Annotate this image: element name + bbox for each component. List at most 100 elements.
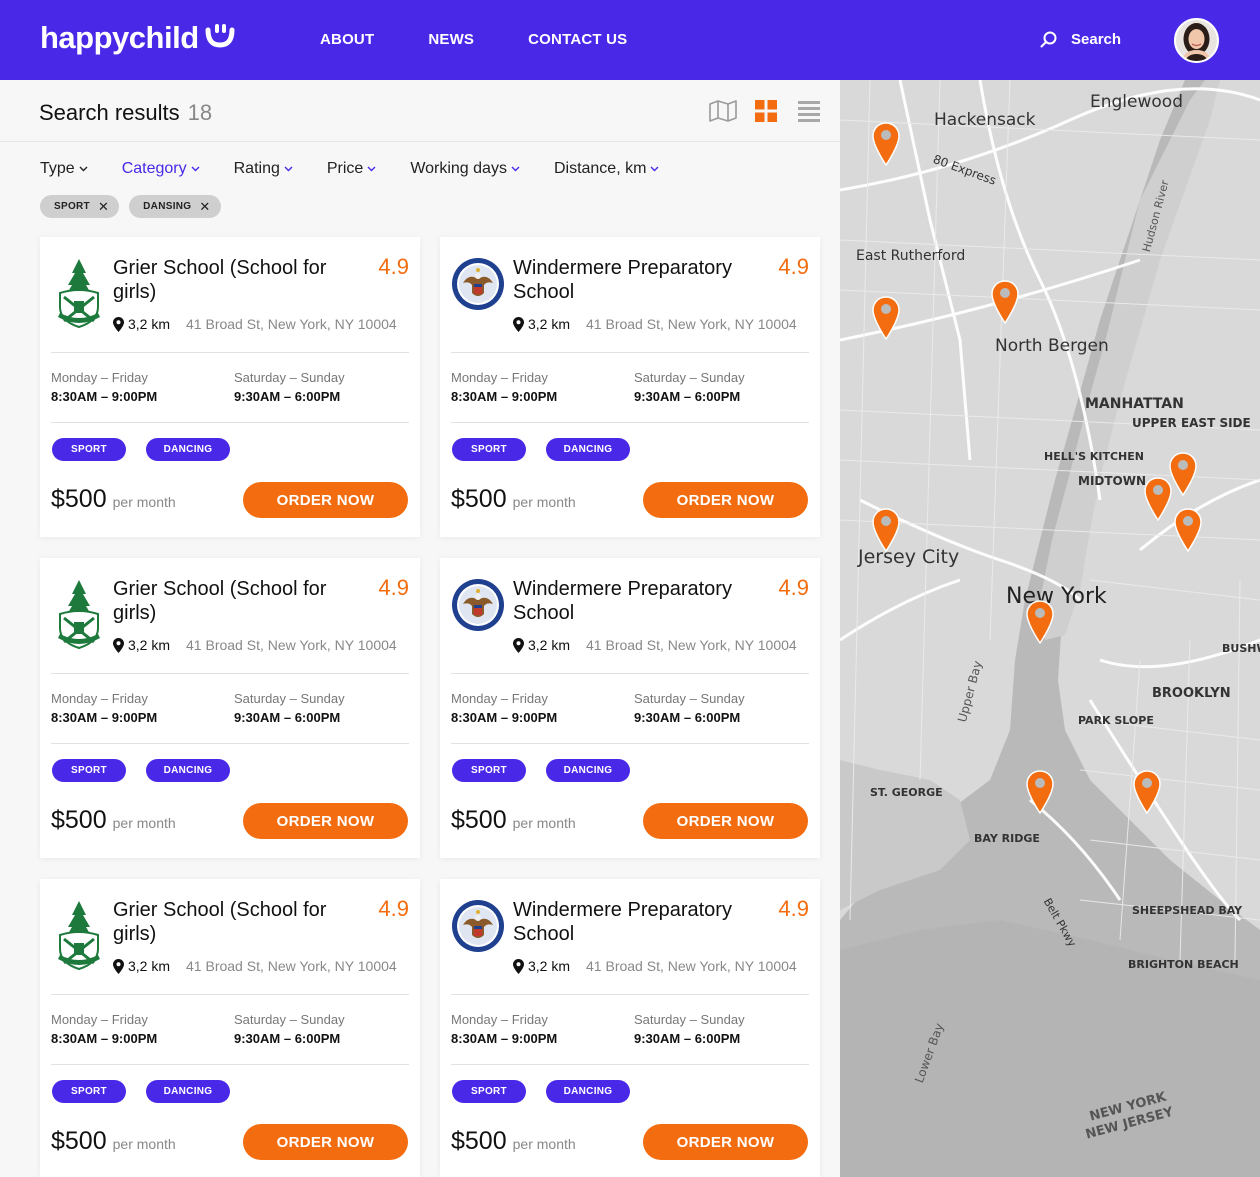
- address: 41 Broad St, New York, NY 10004: [186, 958, 397, 974]
- map-label: HELL'S KITCHEN: [1044, 450, 1144, 463]
- logo[interactable]: happychild: [40, 20, 235, 56]
- main-nav: ABOUT NEWS CONTACT US: [320, 31, 681, 48]
- filter-category[interactable]: Category: [122, 160, 200, 178]
- nav-news[interactable]: NEWS: [428, 31, 474, 48]
- map-label: MANHATTAN: [1085, 396, 1184, 412]
- map-pin-icon[interactable]: [1026, 770, 1054, 819]
- location-row: 3,2 km 41 Broad St, New York, NY 10004: [113, 958, 397, 974]
- map-label: North Bergen: [995, 336, 1109, 356]
- divider: [51, 673, 409, 674]
- order-now-button[interactable]: ORDER NOW: [243, 482, 408, 518]
- weekend-label: Saturday – Sunday: [634, 370, 745, 385]
- school-name[interactable]: Grier School (School for girls): [113, 577, 353, 625]
- close-icon[interactable]: ✕: [98, 199, 109, 215]
- chevron-down-icon: [284, 166, 293, 172]
- school-card[interactable]: Grier School (School for girls) 4.9 3,2 …: [40, 237, 420, 537]
- price: $500 per month: [451, 485, 576, 514]
- school-name[interactable]: Windermere Preparatory School: [513, 256, 753, 304]
- nav-contact-us[interactable]: CONTACT US: [528, 31, 627, 48]
- grid-view-icon[interactable]: [752, 98, 780, 124]
- weekend-hours: 9:30AM – 6:00PM: [234, 1031, 341, 1046]
- map-pin-icon[interactable]: [872, 296, 900, 345]
- school-name[interactable]: Windermere Preparatory School: [513, 577, 753, 625]
- filter-working-days[interactable]: Working days: [410, 160, 520, 178]
- divider: [451, 352, 809, 353]
- map-pin-icon[interactable]: [1174, 508, 1202, 557]
- price-value: $500: [51, 806, 107, 834]
- weekend-schedule: Saturday – Sunday 9:30AM – 6:00PM: [234, 1012, 345, 1046]
- price-value: $500: [451, 806, 507, 834]
- price: $500 per month: [451, 1127, 576, 1156]
- price: $500 per month: [51, 1127, 176, 1156]
- distance: 3,2 km: [528, 958, 571, 974]
- filter-distance[interactable]: Distance, km: [554, 160, 659, 178]
- price-period: per month: [512, 494, 576, 510]
- weekday-label: Monday – Friday: [51, 691, 148, 706]
- chevron-down-icon: [191, 166, 200, 172]
- school-card[interactable]: Windermere Preparatory School 4.9 3,2 km…: [440, 558, 820, 858]
- rating-value: 4.9: [378, 575, 409, 600]
- chip-label: SPORT: [54, 201, 90, 212]
- weekend-schedule: Saturday – Sunday 9:30AM – 6:00PM: [234, 691, 345, 725]
- tag-sport: SPORT: [52, 438, 126, 461]
- weekday-hours: 8:30AM – 9:00PM: [451, 1031, 558, 1046]
- map-pin-icon[interactable]: [872, 122, 900, 171]
- list-view-icon[interactable]: [795, 98, 823, 124]
- weekday-label: Monday – Friday: [51, 1012, 148, 1027]
- map-panel[interactable]: Englewood Hackensack East Rutherford North …: [840, 80, 1260, 1177]
- results-title-text: Search results: [39, 100, 180, 125]
- rating-value: 4.9: [778, 254, 809, 279]
- school-card[interactable]: Windermere Preparatory School 4.9 3,2 km…: [440, 237, 820, 537]
- price-period: per month: [112, 1136, 176, 1152]
- smile-icon: [205, 20, 235, 56]
- search-button[interactable]: Search: [1040, 31, 1121, 48]
- weekend-schedule: Saturday – Sunday 9:30AM – 6:00PM: [634, 1012, 745, 1046]
- price-period: per month: [512, 1136, 576, 1152]
- tree-crest-logo: [52, 578, 106, 650]
- weekday-hours: 8:30AM – 9:00PM: [451, 710, 558, 725]
- map-pin-icon[interactable]: [1169, 452, 1197, 501]
- filter-rating[interactable]: Rating: [234, 160, 293, 178]
- divider: [451, 673, 809, 674]
- close-icon[interactable]: ✕: [199, 199, 210, 215]
- map-pin-icon[interactable]: [872, 508, 900, 557]
- filter-type[interactable]: Type: [40, 160, 88, 178]
- location-row: 3,2 km 41 Broad St, New York, NY 10004: [513, 637, 797, 653]
- divider: [51, 994, 409, 995]
- weekend-schedule: Saturday – Sunday 9:30AM – 6:00PM: [234, 370, 345, 404]
- map-view-icon[interactable]: [709, 98, 737, 124]
- map-pin-icon[interactable]: [991, 280, 1019, 329]
- order-now-button[interactable]: ORDER NOW: [243, 803, 408, 839]
- weekday-label: Monday – Friday: [451, 691, 548, 706]
- map-label: East Rutherford: [856, 248, 966, 264]
- address: 41 Broad St, New York, NY 10004: [186, 637, 397, 653]
- results-header: Search results 18: [0, 80, 840, 142]
- results-count: 18: [187, 100, 213, 125]
- map-pin-icon[interactable]: [1144, 477, 1172, 526]
- school-name[interactable]: Grier School (School for girls): [113, 898, 353, 946]
- map-pin-icon[interactable]: [1026, 600, 1054, 649]
- school-name[interactable]: Grier School (School for girls): [113, 256, 353, 304]
- order-now-button[interactable]: ORDER NOW: [643, 803, 808, 839]
- price: $500 per month: [51, 806, 176, 835]
- order-now-button[interactable]: ORDER NOW: [643, 482, 808, 518]
- tree-crest-logo: [52, 899, 106, 971]
- order-now-button[interactable]: ORDER NOW: [643, 1124, 808, 1160]
- weekend-hours: 9:30AM – 6:00PM: [234, 710, 341, 725]
- divider: [51, 352, 409, 353]
- user-avatar[interactable]: [1174, 18, 1219, 63]
- tag-dancing: DANCING: [146, 1080, 230, 1103]
- address: 41 Broad St, New York, NY 10004: [586, 637, 797, 653]
- map-label: BRIGHTON BEACH: [1128, 958, 1239, 971]
- school-name[interactable]: Windermere Preparatory School: [513, 898, 753, 946]
- school-card[interactable]: Grier School (School for girls) 4.9 3,2 …: [40, 879, 420, 1177]
- filter-price[interactable]: Price: [327, 160, 376, 178]
- map-pin-icon[interactable]: [1133, 770, 1161, 819]
- eagle-seal-logo: [451, 578, 505, 650]
- chevron-down-icon: [367, 166, 376, 172]
- order-now-button[interactable]: ORDER NOW: [243, 1124, 408, 1160]
- school-card[interactable]: Windermere Preparatory School 4.9 3,2 km…: [440, 879, 820, 1177]
- map-label: Hackensack: [934, 110, 1036, 130]
- school-card[interactable]: Grier School (School for girls) 4.9 3,2 …: [40, 558, 420, 858]
- nav-about[interactable]: ABOUT: [320, 31, 374, 48]
